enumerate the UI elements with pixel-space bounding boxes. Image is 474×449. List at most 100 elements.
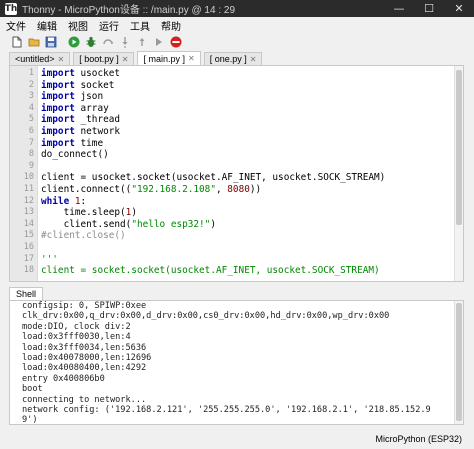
shell-panel[interactable]: configsip: 0, SPIWP:0xee clk_drv:0x00,q_d… — [9, 300, 464, 425]
code-line[interactable]: 8 do_connect() — [29, 149, 453, 161]
code-line[interactable]: 6 import network — [29, 125, 453, 138]
line-number: 16 — [23, 241, 34, 252]
tab-label: [ one.py ] — [209, 54, 247, 64]
line-number: 14 — [23, 218, 34, 229]
shell-tab[interactable]: Shell — [9, 287, 44, 300]
code-line[interactable]: 10 client = usocket.socket(usocket.AF_INE… — [24, 172, 453, 184]
code-line[interactable]: 13 time.sleep(1) — [24, 207, 453, 219]
tab-one-py[interactable]: [ one.py ] ✕ — [203, 52, 263, 65]
code-line[interactable]: 7 import time — [29, 137, 453, 150]
title-bar: Th Thonny - MicroPython设备 :: /main.py @ … — [0, 0, 474, 17]
step-into-icon[interactable] — [118, 35, 132, 49]
run-icon[interactable] — [67, 35, 81, 49]
code-line[interactable]: 1 import usocket — [29, 68, 453, 80]
menu-file[interactable]: 文件 — [6, 18, 26, 33]
shell-output: configsip: 0, SPIWP:0xee clk_drv:0x00,q_d… — [22, 301, 451, 425]
shell-line: entry 0x400806b0 — [22, 373, 105, 384]
code-text: while 1: — [38, 196, 86, 207]
interpreter-status[interactable]: MicroPython (ESP32) — [375, 434, 462, 444]
code-line[interactable]: 14 client.send("hello esp32!") — [24, 219, 453, 231]
minimize-button[interactable]: — — [384, 0, 414, 17]
code-line[interactable]: 5 import _thread — [29, 114, 453, 126]
code-token: socket — [74, 79, 115, 91]
open-file-icon[interactable] — [27, 35, 41, 49]
tab-label: <untitled> — [15, 54, 55, 64]
code-token: )) — [249, 183, 262, 195]
code-editor[interactable]: 1 import usocket 2 import socket 3 import jso… — [9, 65, 464, 282]
close-tab-icon[interactable]: ✕ — [188, 54, 195, 63]
code-line[interactable]: 9 — [29, 161, 453, 173]
save-icon[interactable] — [44, 35, 58, 49]
close-window-button[interactable]: ✕ — [444, 0, 474, 17]
shell-line: load:0x3fff0030,len:4 — [22, 332, 131, 343]
code-line[interactable]: 2 import socket — [29, 79, 453, 92]
menu-run[interactable]: 运行 — [99, 18, 119, 33]
line-number: 4 — [28, 102, 34, 113]
shell-line: 9') — [22, 415, 38, 425]
code-token: #client.close() — [41, 230, 126, 242]
close-tab-icon[interactable]: ✕ — [122, 55, 129, 64]
shell-scrollbar[interactable] — [454, 301, 463, 424]
code-text: client.connect(("192.168.2.108", 8080)) — [38, 184, 261, 195]
code-token: import — [41, 79, 75, 91]
tab-untitled[interactable]: <untitled> ✕ — [9, 52, 71, 65]
line-number: 6 — [28, 125, 34, 136]
code-token: , — [215, 183, 228, 195]
code-line[interactable]: 11 client.connect(("192.168.2.108", 8080)… — [24, 184, 453, 196]
thonny-logo-icon: Th — [4, 2, 18, 15]
menu-help[interactable]: 帮助 — [161, 18, 181, 33]
debug-icon[interactable] — [84, 35, 98, 49]
shell-line: load:0x40080400,len:4292 — [22, 363, 147, 374]
line-number: 13 — [23, 207, 34, 218]
code-token: import — [41, 91, 75, 103]
shell-scrollbar-thumb[interactable] — [456, 303, 462, 421]
code-token: import — [41, 137, 75, 149]
menu-edit[interactable]: 编辑 — [37, 18, 57, 33]
editor-scrollbar[interactable] — [454, 66, 463, 281]
tab-main-py[interactable]: [ main.py ] ✕ — [137, 51, 201, 65]
line-number: 3 — [28, 91, 34, 102]
code-line[interactable]: 16 — [24, 242, 453, 254]
code-token: import — [41, 125, 75, 137]
shell-line: clk_drv:0x00,q_drv:0x00,d_drv:0x00,cs0_d… — [22, 311, 390, 322]
line-number: 10 — [23, 172, 34, 183]
code-text: client.send("hello esp32!") — [38, 219, 216, 230]
close-tab-icon[interactable]: ✕ — [250, 55, 257, 64]
code-token: client.connect(( — [41, 183, 132, 195]
line-number: 9 — [28, 160, 34, 171]
shell-line: network config: ('192.168.2.121', '255.2… — [22, 404, 431, 415]
code-token: "hello esp32!" — [131, 218, 211, 230]
maximize-button[interactable]: ☐ — [414, 0, 444, 17]
code-line[interactable]: 3 import json — [29, 91, 453, 103]
close-tab-icon[interactable]: ✕ — [58, 55, 65, 64]
code-area[interactable]: 1 import usocket 2 import socket 3 import jso… — [24, 68, 453, 277]
code-line[interactable]: 4 import array — [29, 103, 453, 115]
editor-scrollbar-thumb[interactable] — [456, 70, 462, 225]
line-number: 5 — [28, 114, 34, 125]
step-over-icon[interactable] — [101, 35, 115, 49]
stop-icon[interactable] — [169, 35, 183, 49]
step-out-icon[interactable] — [135, 35, 149, 49]
code-line[interactable]: 12 while 1: — [24, 196, 453, 208]
code-text: import array — [38, 103, 109, 114]
shell-line: load:0x40078000,len:12696 — [22, 352, 152, 363]
shell-line: connecting to network... — [22, 394, 147, 405]
code-text: client = socket.socket(usocket.AF_INET, … — [38, 265, 380, 276]
code-line[interactable]: 17 ''' — [24, 254, 453, 266]
new-file-icon[interactable] — [10, 35, 24, 49]
resume-icon[interactable] — [152, 35, 166, 49]
code-token: import — [41, 102, 75, 114]
menu-tools[interactable]: 工具 — [130, 18, 150, 33]
code-token: ) — [131, 207, 137, 219]
code-text: import json — [38, 91, 103, 102]
code-text: #client.close() — [38, 230, 126, 241]
tab-boot-py[interactable]: [ boot.py ] ✕ — [73, 52, 135, 65]
code-line[interactable]: 15 #client.close() — [24, 230, 453, 242]
code-token: do_connect() — [41, 149, 109, 161]
code-text: time.sleep(1) — [38, 207, 137, 218]
code-line[interactable]: 18 client = socket.socket(usocket.AF_INET… — [24, 265, 453, 277]
menu-bar: 文件 编辑 视图 运行 工具 帮助 — [0, 17, 474, 33]
window-title: Thonny - MicroPython设备 :: /main.py @ 14 … — [22, 5, 236, 16]
menu-view[interactable]: 视图 — [68, 18, 88, 33]
